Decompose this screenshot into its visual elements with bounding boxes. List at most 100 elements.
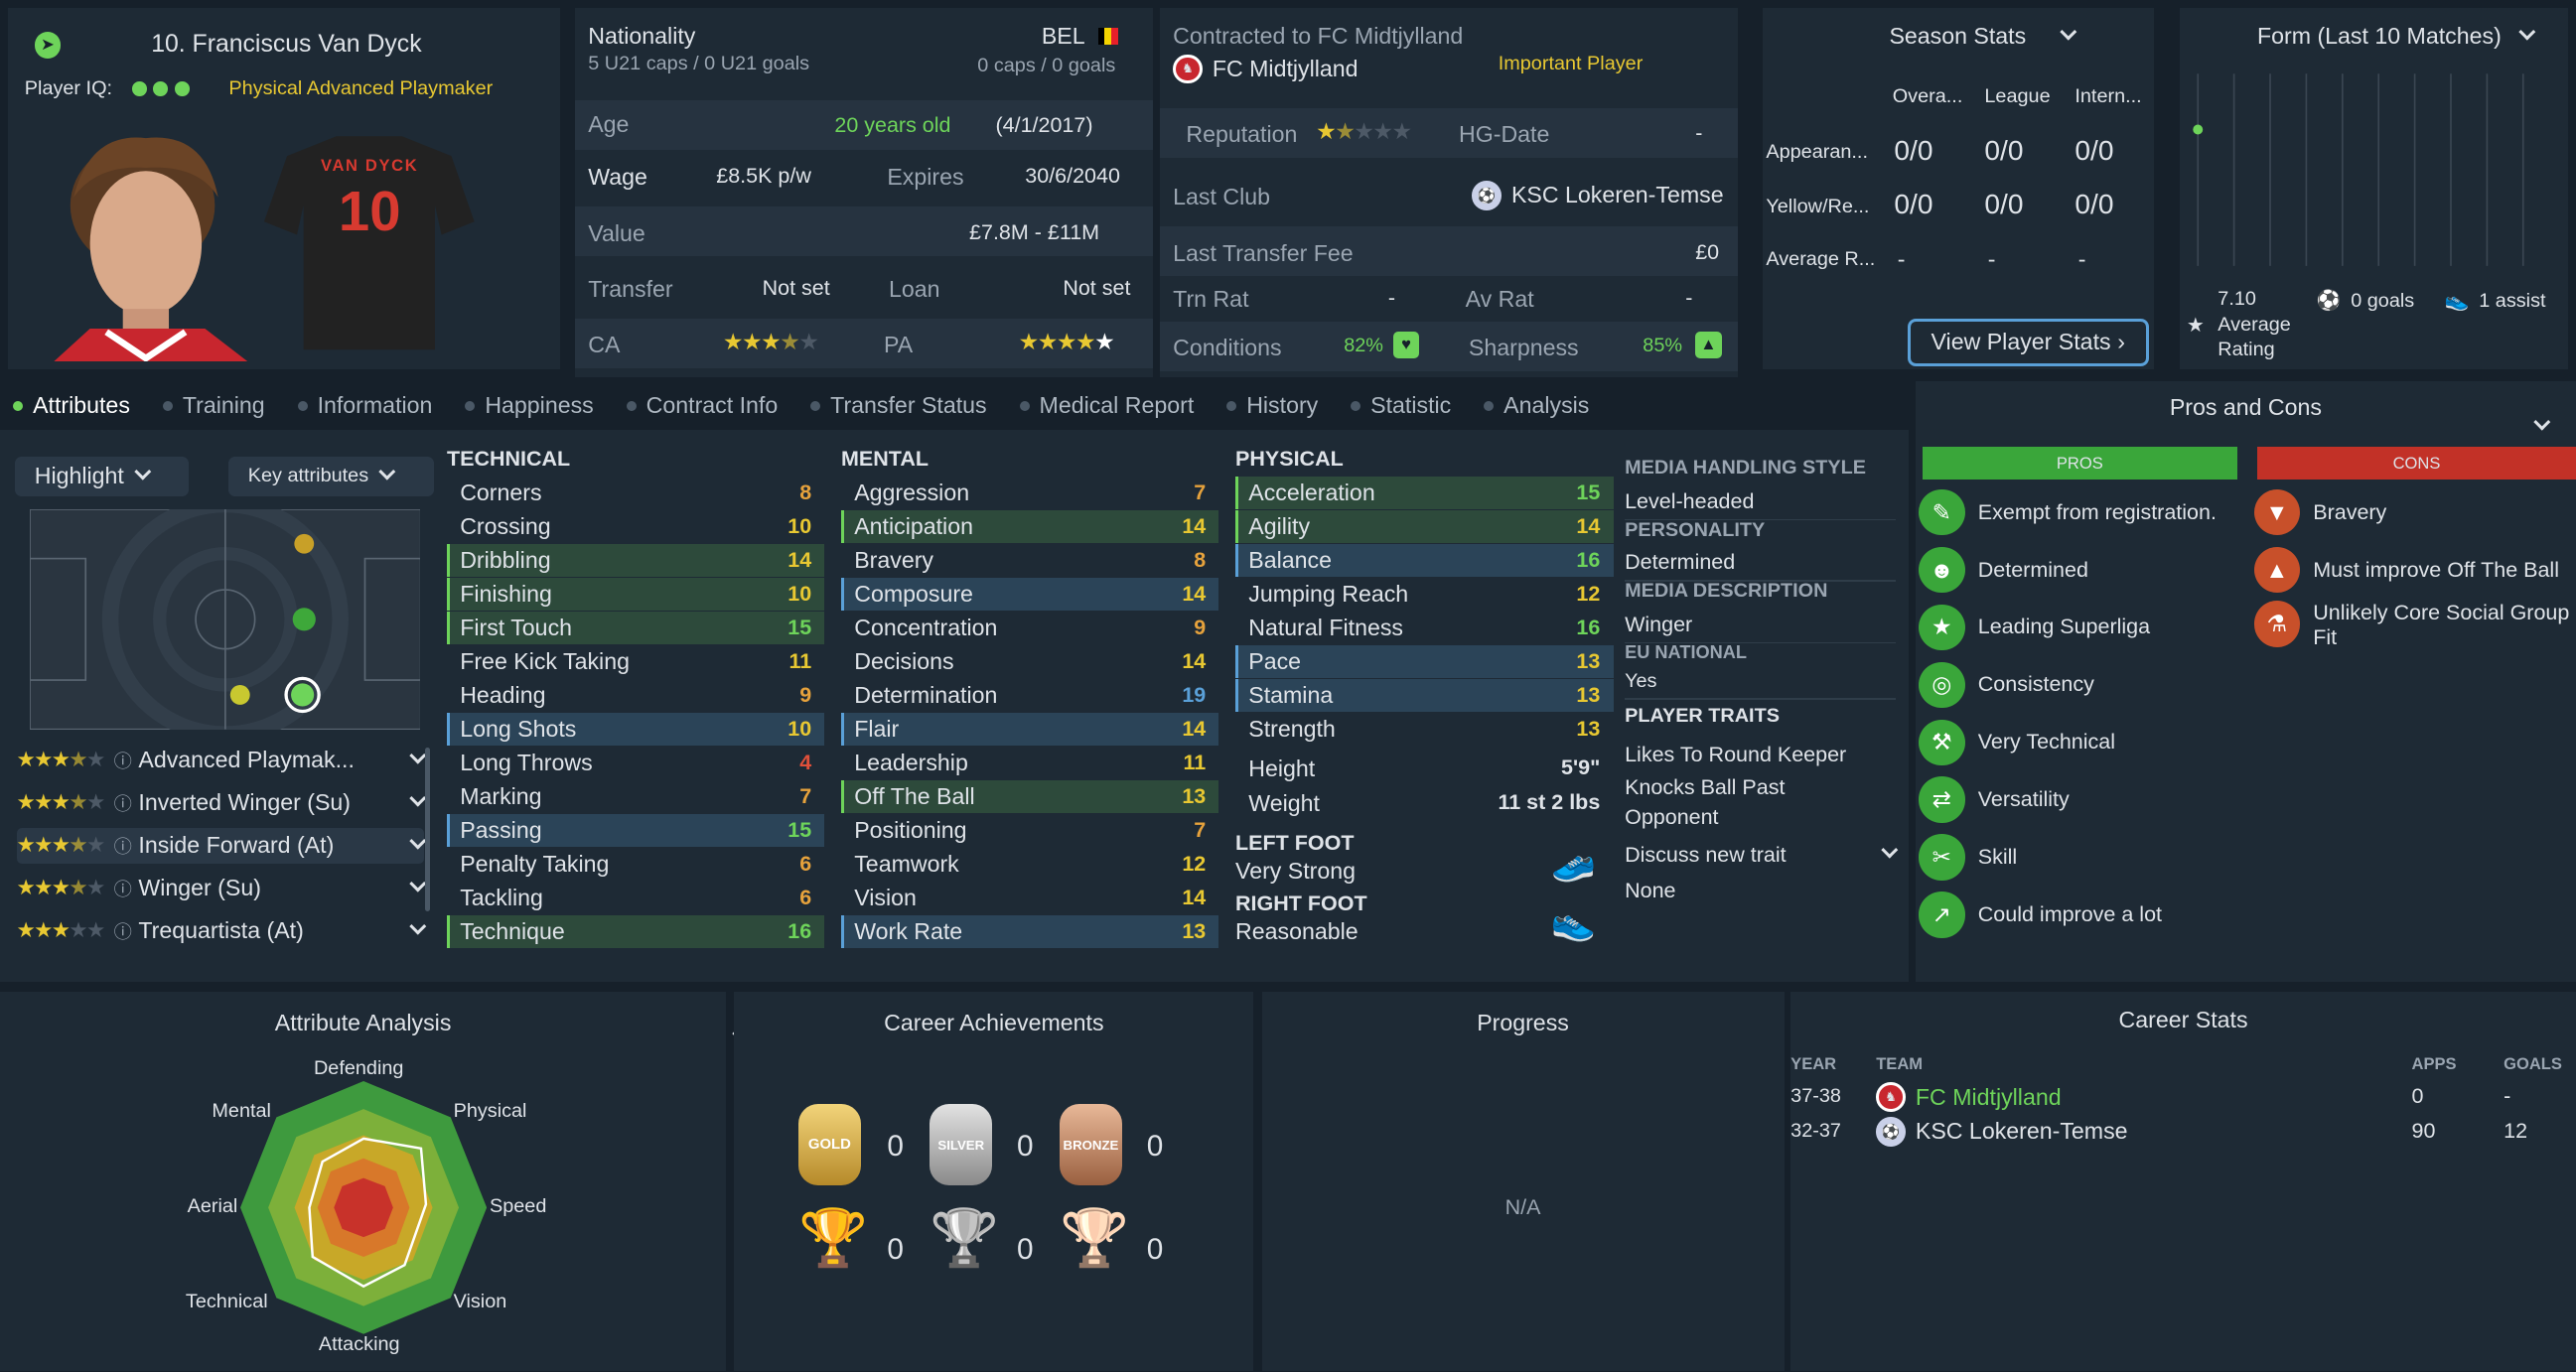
nationality-label: Nationality [588,23,696,50]
club-name[interactable]: FC Midtjylland [1213,56,1359,82]
attribute-row[interactable]: Acceleration 15 [1235,476,1614,509]
squad-status[interactable]: Important Player [1499,53,1644,75]
career-team: KSC Lokeren-Temse [1915,1118,2128,1145]
view-player-stats-button[interactable]: View Player Stats › [1907,318,2149,366]
attribute-row[interactable]: Crossing 10 [447,510,824,543]
attribute-row[interactable]: Balance 16 [1235,543,1614,577]
nation-code[interactable]: BEL [1042,23,1085,50]
bronze-medal-icon: BRONZE [1060,1103,1122,1186]
role-row[interactable]: ★★★★★ ⓘ Trequartista (At) [17,913,427,949]
role-row[interactable]: ★★★★★ ⓘ Inverted Winger (Su) [16,785,427,821]
trait-item[interactable]: Likes To Round Keeper [1625,743,1846,767]
age-value: 20 years old [834,113,951,138]
career-team-row[interactable]: ♞ FC Midtjylland [1876,1082,2062,1112]
con-item: Unlikely Core Social Group [2313,601,2570,625]
attribute-row[interactable]: Bravery 8 [841,544,1218,577]
attribute-row[interactable]: Natural Fitness 16 [1235,612,1613,644]
attribute-row[interactable]: Teamwork 12 [841,848,1218,881]
tab-happiness[interactable]: Happiness [465,392,594,419]
roles-scrollbar[interactable] [425,747,431,912]
tab-statistic[interactable]: Statistic [1351,392,1451,419]
season-row-label: Average R... [1766,247,1876,270]
key-attributes-dropdown[interactable]: Key attributes [227,456,434,496]
form-goals: 0 goals [2351,289,2415,312]
bronze-trophy-icon: 🏆 [1060,1206,1130,1270]
lokeren-crest-icon: ⚽ [1876,1116,1906,1147]
info-icon[interactable]: ⓘ [114,748,132,773]
pa-stars[interactable]: ★★★★★ [1019,329,1115,355]
role-row[interactable]: ★★★★★ ⓘ Advanced Playmak... [17,743,427,778]
sharpness-value: 85% [1643,335,1682,357]
role-row-selected[interactable]: ★★★★★ ⓘ Inside Forward (At) [16,827,427,865]
attribute-row[interactable]: Free Kick Taking 11 [447,645,824,678]
attribute-value: 7 [799,783,812,808]
attribute-row[interactable]: Agility 14 [1235,509,1614,543]
attribute-row[interactable]: First Touch 15 [446,611,825,644]
tab-analysis[interactable]: Analysis [1484,392,1589,419]
info-icon[interactable]: ⓘ [114,918,132,944]
role-row[interactable]: ★★★★★ ⓘ Winger (Su) [17,871,427,906]
player-name[interactable]: 10. Franciscus Van Dyck [151,31,421,59]
attribute-row[interactable]: Corners 8 [447,477,824,509]
highlight-dropdown[interactable]: Highlight [14,456,190,496]
attribute-row[interactable]: Decisions 14 [841,645,1218,678]
attribute-row[interactable]: Passing 15 [446,813,825,847]
attribute-row[interactable]: Leadership 11 [841,747,1218,779]
discuss-trait-dropdown[interactable]: Discuss new trait [1625,841,1899,868]
season-cell: 0/0 [2075,134,2114,166]
attribute-row[interactable]: Composure 14 [841,577,1219,611]
attribute-row[interactable]: Strength 13 [1235,713,1613,746]
trait-item[interactable]: Knocks Ball Past [1625,775,1785,800]
career-team-row[interactable]: ⚽ KSC Lokeren-Temse [1876,1116,2128,1147]
role-stars: ★★★★★ [16,790,106,815]
attribute-row[interactable]: Heading 9 [447,679,824,712]
attribute-row[interactable]: Pace 13 [1235,644,1614,678]
attribute-row[interactable]: Flair 14 [841,712,1219,746]
progress-panel [1261,992,1785,1372]
attribute-row[interactable]: Finishing 10 [446,577,825,611]
attribute-row[interactable]: Positioning 7 [841,814,1218,847]
attribute-row[interactable]: Concentration 9 [841,612,1218,644]
tab-medical-report[interactable]: Medical Report [1019,392,1194,419]
attribute-row[interactable]: Penalty Taking 6 [447,848,824,881]
attribute-row[interactable]: Tackling 6 [447,882,824,914]
player-iq-label: Player IQ: [24,76,113,99]
tab-transfer-status[interactable]: Transfer Status [810,392,987,419]
attribute-row[interactable]: Long Shots 10 [446,712,825,746]
heart-icon: ♥ [1392,332,1420,358]
progress-title: Progress [1477,1010,1569,1036]
attribute-row[interactable]: Jumping Reach 12 [1235,578,1613,611]
age-row: Age 20 years old (4/1/2017) [575,99,1154,150]
attribute-row[interactable]: Off The Ball 13 [841,779,1219,813]
attribute-row[interactable]: Technique 16 [446,914,825,948]
player-profile-screen: ➤ 10. Franciscus Van Dyck Player IQ: Phy… [0,0,2576,1372]
attribute-row[interactable]: Marking 7 [447,780,824,813]
attribute-name: Long Shots [460,715,577,742]
transfer-value[interactable]: Not set [763,276,830,301]
attribute-row[interactable]: Long Throws 4 [447,747,824,779]
attribute-value: 4 [799,750,812,774]
attribute-row[interactable]: Aggression 7 [841,477,1218,509]
form-dropdown[interactable]: Form (Last 10 Matches) [2257,23,2535,50]
tab-training[interactable]: Training [162,392,265,419]
chevron-down-icon [409,875,427,892]
tab-history[interactable]: History [1226,392,1318,419]
tab-information[interactable]: Information [297,392,432,419]
attribute-row[interactable]: Work Rate 13 [841,914,1219,948]
loan-value[interactable]: Not set [1063,276,1130,301]
ca-stars[interactable]: ★★★★★ [723,329,819,355]
last-club-name[interactable]: KSC Lokeren-Temse [1511,182,1724,208]
attribute-row[interactable]: Dribbling 14 [446,543,825,577]
attribute-row[interactable]: Stamina 13 [1235,678,1614,712]
season-stats-dropdown[interactable]: Season Stats [1889,23,2076,50]
info-icon[interactable]: ⓘ [114,790,132,816]
position-pitch[interactable] [29,508,421,730]
info-icon[interactable]: ⓘ [114,833,132,859]
info-icon[interactable]: ⓘ [114,876,132,901]
player-best-role[interactable]: Physical Advanced Playmaker [228,77,493,100]
attribute-row[interactable]: Determination 19 [841,679,1218,712]
attribute-row[interactable]: Vision 14 [841,882,1218,914]
tab-contract-info[interactable]: Contract Info [626,392,778,419]
attribute-row[interactable]: Anticipation 14 [841,509,1219,543]
tab-attributes[interactable]: Attributes [13,392,130,419]
